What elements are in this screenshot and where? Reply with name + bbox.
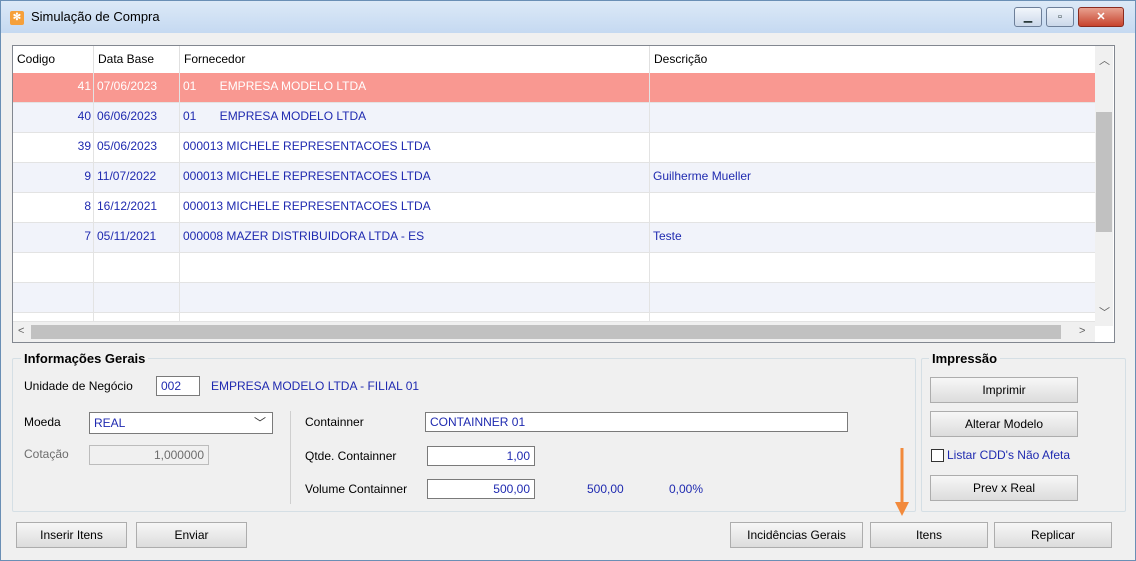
alterar-modelo-button[interactable]: Alterar Modelo [930,411,1078,437]
table-row[interactable]: 9 11/07/2022 000013 MICHELE REPRESENTACO… [13,163,1095,193]
vertical-divider [290,411,291,504]
unidade-negocio-label: Unidade de Negócio [24,379,133,393]
cell-descricao [650,103,1095,133]
cell-descricao [650,73,1095,103]
table-row[interactable]: 7 05/11/2021 000008 MAZER DISTRIBUIDORA … [13,223,1095,253]
listar-cdd-label[interactable]: Listar CDD's Não Afeta [947,448,1070,462]
annotation-arrow-icon [895,448,909,516]
table-row[interactable]: 39 05/06/2023 000013 MICHELE REPRESENTAC… [13,133,1095,163]
column-header-data-base[interactable]: Data Base [94,46,180,73]
empty-row [13,283,1095,313]
unidade-negocio-code-input[interactable]: 002 [156,376,200,396]
cell-data-base: 16/12/2021 [94,193,180,223]
minimize-button[interactable]: ▁ [1014,7,1042,27]
cell-data-base: 06/06/2023 [94,103,180,133]
app-icon: ✻ [10,11,24,25]
scroll-up-icon[interactable]: ︿ [1099,52,1110,68]
empty-row [13,253,1095,283]
window-title: Simulação de Compra [31,9,160,24]
horizontal-scroll-thumb[interactable] [31,325,1061,339]
cell-codigo: 39 [13,133,94,163]
cell-codigo: 40 [13,103,94,133]
containner-label: Containner [305,415,364,429]
title-bar: ✻ Simulação de Compra ▁ ▫ ✕ [1,1,1135,33]
column-header-codigo[interactable]: Codigo [13,46,94,73]
cell-codigo: 8 [13,193,94,223]
scroll-left-icon[interactable]: < [18,325,24,337]
incidencias-gerais-button[interactable]: Incidências Gerais [730,522,863,548]
column-header-fornecedor[interactable]: Fornecedor [180,46,650,73]
prev-x-real-button[interactable]: Prev x Real [930,475,1078,501]
volume-containner-input[interactable]: 500,00 [427,479,535,499]
simulacao-compra-window: ✻ Simulação de Compra ▁ ▫ ✕ Codigo Data … [0,0,1136,561]
chevron-down-icon: ﹀ [253,416,266,430]
informacoes-gerais-title: Informações Gerais [21,351,149,366]
containner-input[interactable]: CONTAINNER 01 [425,412,848,432]
cell-codigo: 7 [13,223,94,253]
cell-fornecedor: 01 EMPRESA MODELO LTDA [180,103,650,133]
moeda-selected-value: REAL [94,416,126,430]
cell-fornecedor: 01 EMPRESA MODELO LTDA [180,73,650,103]
table-row[interactable]: 41 07/06/2023 01 EMPRESA MODELO LTDA [13,73,1095,103]
vertical-scroll-thumb[interactable] [1096,112,1112,232]
cell-fornecedor: 000008 MAZER DISTRIBUIDORA LTDA - ES [180,223,650,253]
volume-percent-value: 0,00% [669,482,704,496]
cell-descricao: Guilherme Mueller [653,169,752,183]
itens-button[interactable]: Itens [870,522,988,548]
imprimir-button[interactable]: Imprimir [930,377,1078,403]
cell-fornecedor: 000013 MICHELE REPRESENTACOES LTDA [180,193,650,223]
cell-data-base: 05/11/2021 [94,223,180,253]
cell-codigo: 41 [13,73,94,103]
maximize-button[interactable]: ▫ [1046,7,1074,27]
cell-data-base: 07/06/2023 [94,73,180,103]
empty-row [13,313,1095,342]
moeda-select[interactable]: REAL ﹀ [89,412,273,434]
volume-total-value: 500,00 [587,482,624,496]
grid-header: Codigo Data Base Fornecedor Descrição [13,46,1113,73]
inserir-itens-button[interactable]: Inserir Itens [16,522,127,548]
table-row[interactable]: 8 16/12/2021 000013 MICHELE REPRESENTACO… [13,193,1095,223]
enviar-button[interactable]: Enviar [136,522,247,548]
cell-data-base: 11/07/2022 [94,163,180,193]
scroll-down-icon[interactable]: ﹀ [1099,304,1110,320]
replicar-button[interactable]: Replicar [994,522,1112,548]
qtde-containner-label: Qtde. Containner [305,449,397,463]
cell-fornecedor: 000013 MICHELE REPRESENTACOES LTDA [180,163,650,193]
cell-descricao [650,133,1095,163]
listar-cdd-checkbox[interactable] [931,449,944,462]
cotacao-label: Cotação [24,447,69,461]
volume-containner-label: Volume Containner [305,482,408,496]
simulation-grid[interactable]: Codigo Data Base Fornecedor Descrição 41… [12,45,1115,343]
unidade-negocio-name: EMPRESA MODELO LTDA - FILIAL 01 [211,379,420,393]
vertical-scrollbar[interactable]: ︿ ﹀ [1095,46,1113,326]
scroll-right-icon[interactable]: > [1079,325,1085,337]
cell-descricao [650,193,1095,223]
table-row[interactable]: 40 06/06/2023 01 EMPRESA MODELO LTDA [13,103,1095,133]
horizontal-scrollbar[interactable]: < > [13,322,1095,342]
column-header-descricao[interactable]: Descrição [650,46,1095,73]
close-button[interactable]: ✕ [1078,7,1124,27]
impressao-title: Impressão [929,351,1001,366]
cell-descricao: Teste [653,229,682,243]
cotacao-input: 1,000000 [89,445,209,465]
moeda-label: Moeda [24,415,61,429]
cell-data-base: 05/06/2023 [94,133,180,163]
cell-codigo: 9 [13,163,94,193]
cell-fornecedor: 000013 MICHELE REPRESENTACOES LTDA [180,133,650,163]
qtde-containner-input[interactable]: 1,00 [427,446,535,466]
